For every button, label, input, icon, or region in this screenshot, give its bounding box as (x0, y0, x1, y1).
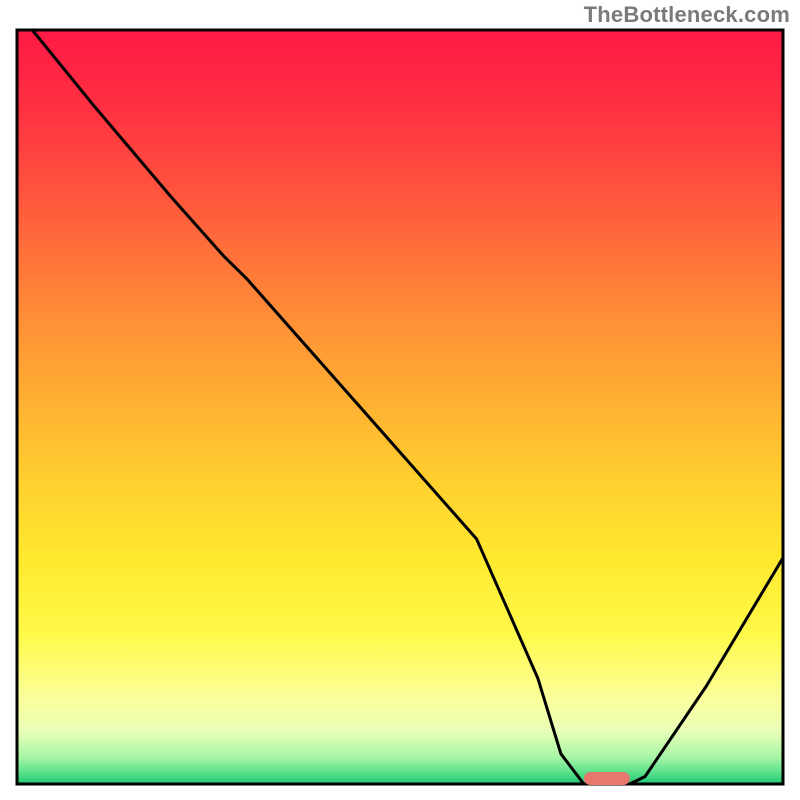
bottleneck-chart: TheBottleneck.com (0, 0, 800, 800)
gradient-background (17, 30, 783, 784)
watermark-text: TheBottleneck.com (584, 2, 790, 28)
chart-svg (0, 0, 800, 800)
optimal-marker (584, 772, 630, 785)
